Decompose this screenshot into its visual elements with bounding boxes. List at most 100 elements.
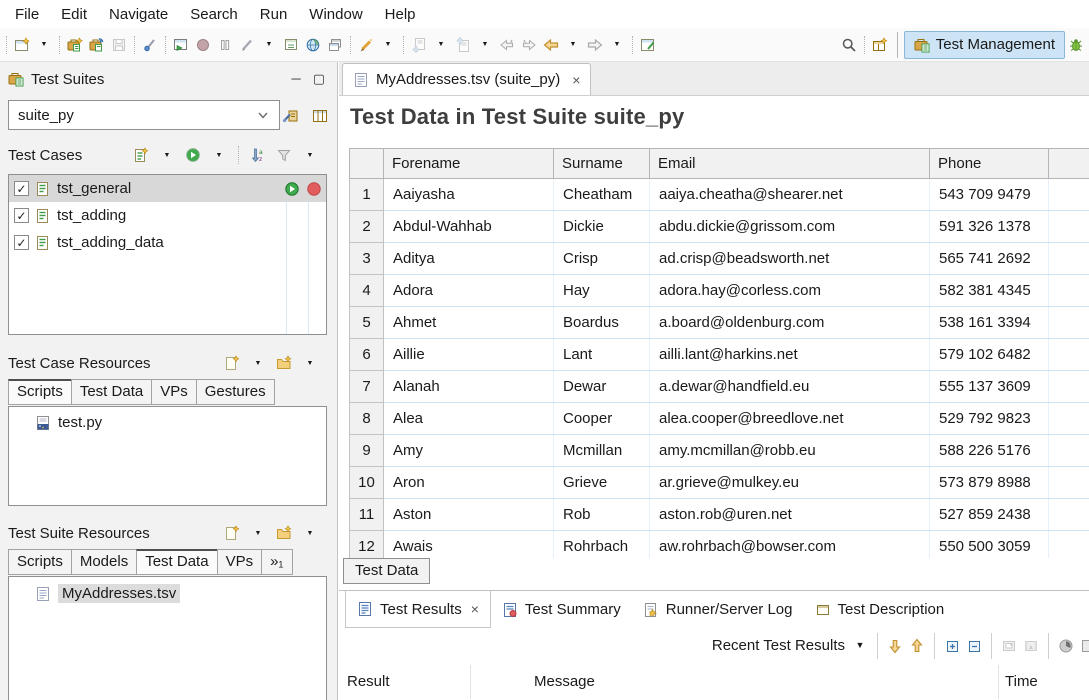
tab-vps[interactable]: VPs — [151, 379, 197, 405]
quick-fix-button[interactable] — [355, 33, 377, 57]
save-button[interactable] — [108, 33, 130, 57]
perspective-test-management-button[interactable]: Test Management — [904, 31, 1065, 59]
spy-pen-button[interactable] — [236, 33, 258, 57]
previous-failure-button[interactable] — [906, 634, 928, 658]
table-row[interactable]: 4AdoraHayadora.hay@corless.com582 381 43… — [350, 275, 1089, 307]
expand-all-button[interactable] — [941, 634, 963, 658]
new-test-suite-button[interactable] — [64, 33, 86, 57]
column-header-surname[interactable]: Surname — [554, 149, 650, 179]
sort-button[interactable]: az — [247, 143, 269, 167]
column-header-forename[interactable]: Forename — [384, 149, 554, 179]
table-row[interactable]: 10AronGrievear.grieve@mulkey.eu573 879 8… — [350, 467, 1089, 499]
menu-edit[interactable]: Edit — [50, 4, 98, 25]
tab-test-description[interactable]: Test Description — [804, 591, 956, 628]
cell-phone[interactable]: 527 859 2438 — [930, 499, 1049, 531]
table-row[interactable]: 6AillieLantailli.lant@harkins.net579 102… — [350, 339, 1089, 371]
table-row[interactable]: 9AmyMcmillanamy.mcmillan@robb.eu588 226 … — [350, 435, 1089, 467]
run-test-suite-button[interactable] — [182, 143, 204, 167]
web-browser-button[interactable] — [302, 33, 324, 57]
tab-runner-server-log[interactable]: Runner/Server Log — [632, 591, 804, 628]
column-divider[interactable] — [470, 665, 471, 699]
column-header-phone[interactable]: Phone — [930, 149, 1049, 179]
cell-email[interactable]: amy.mcmillan@robb.eu — [650, 435, 930, 467]
forward-button[interactable] — [584, 33, 606, 57]
cell-surname[interactable]: Rob — [554, 499, 650, 531]
recent-test-results-dropdown-arrow[interactable]: ▼ — [849, 634, 871, 658]
cell-surname[interactable]: Grieve — [554, 467, 650, 499]
tab-gestures[interactable]: Gestures — [196, 379, 275, 405]
cell-phone[interactable]: 543 709 9479 — [930, 179, 1049, 211]
row-number[interactable]: 9 — [350, 435, 384, 467]
table-columns-button[interactable] — [309, 104, 331, 128]
menu-help[interactable]: Help — [374, 4, 427, 25]
cell-forename[interactable]: Awais — [384, 531, 554, 559]
new-wizard-dropdown[interactable]: ▼ — [33, 33, 55, 57]
cell-forename[interactable]: Aditya — [384, 243, 554, 275]
new-file-dropdown[interactable]: ▼ — [247, 351, 269, 375]
video-capture-button[interactable] — [1020, 634, 1042, 658]
corner-header-cell[interactable] — [350, 149, 384, 179]
table-row[interactable]: 3AdityaCrispad.crisp@beadsworth.net565 7… — [350, 243, 1089, 275]
cell-email[interactable]: a.board@oldenburg.com — [650, 307, 930, 339]
run-test-suite-dropdown[interactable]: ▼ — [208, 143, 230, 167]
menu-navigate[interactable]: Navigate — [98, 4, 179, 25]
collapse-all-button[interactable] — [963, 634, 985, 658]
tab-overflow[interactable]: »₁ — [261, 549, 292, 575]
row-number[interactable]: 6 — [350, 339, 384, 371]
new-file-button[interactable] — [221, 351, 243, 375]
test-suites-view-tab[interactable]: Test Suites — [0, 71, 104, 88]
table-row[interactable]: 12AwaisRohrbachaw.rohrbach@bowser.com550… — [350, 531, 1089, 559]
test-case-row-tst-general[interactable]: ✓ tst_general — [9, 175, 326, 202]
cell-phone[interactable]: 588 226 5176 — [930, 435, 1049, 467]
cell-forename[interactable]: Aillie — [384, 339, 554, 371]
new-folder-button[interactable] — [273, 351, 295, 375]
cell-email[interactable]: a.dewar@handfield.eu — [650, 371, 930, 403]
new-wizard-button[interactable] — [11, 33, 33, 57]
cell-phone[interactable]: 582 381 4345 — [930, 275, 1049, 307]
menu-window[interactable]: Window — [298, 4, 373, 25]
new-folder-button[interactable] — [273, 521, 295, 545]
cell-email[interactable]: aaiya.cheatha@shearer.net — [650, 179, 930, 211]
row-number[interactable]: 10 — [350, 467, 384, 499]
menu-search[interactable]: Search — [179, 4, 249, 25]
screenshot-button[interactable] — [998, 634, 1020, 658]
tab-test-results[interactable]: Test Results × — [345, 591, 491, 628]
file-item-test-py[interactable]: test.py — [9, 407, 326, 431]
recent-test-results-dropdown[interactable]: Recent Test Results — [708, 637, 849, 654]
test-case-row-tst-adding-data[interactable]: ✓ tst_adding_data — [9, 229, 326, 256]
quick-fix-dropdown[interactable]: ▼ — [377, 33, 399, 57]
cell-surname[interactable]: Cooper — [554, 403, 650, 435]
cell-surname[interactable]: Cheatham — [554, 179, 650, 211]
test-case-checkbox[interactable]: ✓ — [14, 181, 29, 196]
cell-email[interactable]: ailli.lant@harkins.net — [650, 339, 930, 371]
row-number[interactable]: 4 — [350, 275, 384, 307]
test-case-checkbox[interactable]: ✓ — [14, 208, 29, 223]
editor-tab-myaddresses[interactable]: MyAddresses.tsv (suite_py) × — [342, 63, 591, 95]
cell-forename[interactable]: Alanah — [384, 371, 554, 403]
back-button[interactable] — [540, 33, 562, 57]
forward-dropdown[interactable]: ▼ — [606, 33, 628, 57]
column-header-time[interactable]: Time — [1005, 673, 1038, 690]
menu-file[interactable]: File — [4, 4, 50, 25]
cell-surname[interactable]: Boardus — [554, 307, 650, 339]
row-number[interactable]: 5 — [350, 307, 384, 339]
cell-email[interactable]: aw.rohrbach@bowser.com — [650, 531, 930, 559]
next-edit-button[interactable] — [518, 33, 540, 57]
spy-pen-dropdown[interactable]: ▼ — [258, 33, 280, 57]
table-row[interactable]: 5AhmetBoardusa.board@oldenburg.com538 16… — [350, 307, 1089, 339]
tab-scripts[interactable]: Scripts — [8, 549, 72, 575]
filter-button[interactable] — [273, 143, 295, 167]
cell-phone[interactable]: 538 161 3394 — [930, 307, 1049, 339]
cell-surname[interactable]: Rohrbach — [554, 531, 650, 559]
table-row[interactable]: 1AaiyashaCheathamaaiya.cheatha@shearer.n… — [350, 179, 1089, 211]
column-header-result[interactable]: Result — [347, 673, 390, 690]
tab-scripts[interactable]: Scripts — [8, 379, 72, 405]
row-number[interactable]: 11 — [350, 499, 384, 531]
open-test-suite-button[interactable] — [86, 33, 108, 57]
new-file-button[interactable] — [221, 521, 243, 545]
cell-phone[interactable]: 579 102 6482 — [930, 339, 1049, 371]
cell-phone[interactable]: 573 879 8988 — [930, 467, 1049, 499]
application-windows-button[interactable] — [324, 33, 346, 57]
run-test-case-icon[interactable] — [284, 181, 300, 197]
cell-phone[interactable]: 550 500 3059 — [930, 531, 1049, 559]
